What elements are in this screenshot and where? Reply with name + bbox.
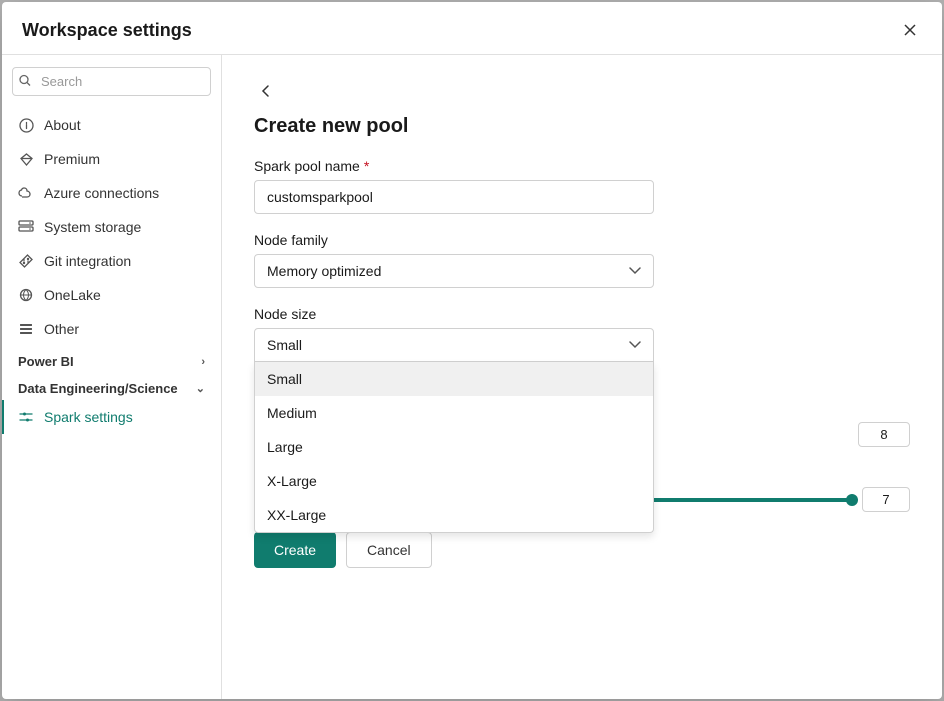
- node-family-select[interactable]: Memory optimized: [254, 254, 654, 288]
- sidebar-item-onelake[interactable]: OneLake: [2, 278, 221, 312]
- node-size-label: Node size: [254, 306, 910, 322]
- sidebar-item-other-label: Other: [44, 321, 79, 337]
- node-size-option-xxlarge[interactable]: XX-Large: [255, 498, 653, 532]
- sidebar-item-other[interactable]: Other: [2, 312, 221, 346]
- back-arrow-icon: [258, 83, 274, 99]
- sidebar-item-storage-label: System storage: [44, 219, 141, 235]
- onelake-icon: [18, 287, 34, 303]
- sidebar-item-onelake-label: OneLake: [44, 287, 101, 303]
- node-family-label: Node family: [254, 232, 910, 248]
- search-input[interactable]: [12, 67, 211, 96]
- node-size-value: Small: [267, 337, 302, 353]
- node-size-option-small[interactable]: Small: [255, 362, 653, 396]
- page-title: Create new pool: [254, 115, 910, 138]
- spark-pool-name-label: Spark pool name *: [254, 158, 910, 174]
- create-button[interactable]: Create: [254, 532, 336, 568]
- sliders-icon: [18, 409, 34, 425]
- main-content: Create new pool Spark pool name * Node f…: [222, 55, 942, 699]
- sidebar-item-azure[interactable]: Azure connections: [2, 176, 221, 210]
- sidebar-item-about-label: About: [44, 117, 81, 133]
- modal-body: About Premium Azure connections: [2, 55, 942, 699]
- node-size-select[interactable]: Small: [254, 328, 654, 362]
- diamond-icon: [18, 151, 34, 167]
- sidebar-item-storage[interactable]: System storage: [2, 210, 221, 244]
- node-size-option-xlarge[interactable]: X-Large: [255, 464, 653, 498]
- spark-pool-name-group: Spark pool name *: [254, 158, 910, 214]
- max-nodes-slider-input[interactable]: [862, 487, 910, 512]
- sidebar-section-data-engineering[interactable]: Data Engineering/Science ⌄: [2, 373, 221, 400]
- chevron-down-icon: [629, 267, 641, 275]
- max-nodes-input[interactable]: [858, 422, 910, 447]
- slider-thumb-max[interactable]: [846, 494, 858, 506]
- cancel-button[interactable]: Cancel: [346, 532, 432, 568]
- right-value-area: [858, 422, 910, 447]
- required-indicator: *: [364, 158, 369, 174]
- modal-header: Workspace settings: [2, 2, 942, 55]
- back-button[interactable]: [254, 79, 278, 103]
- chevron-down-icon-node-size: [629, 341, 641, 349]
- sidebar-item-about[interactable]: About: [2, 108, 221, 142]
- sidebar-section-powerbi[interactable]: Power BI ›: [2, 346, 221, 373]
- workspace-settings-modal: Workspace settings: [2, 2, 942, 699]
- sidebar-section-powerbi-label: Power BI: [18, 354, 74, 369]
- search-icon: [19, 74, 31, 89]
- list-icon: [18, 321, 34, 337]
- sidebar-item-spark-label: Spark settings: [44, 409, 133, 425]
- close-button[interactable]: [898, 18, 922, 42]
- storage-icon: [18, 219, 34, 235]
- modal-title: Workspace settings: [22, 20, 192, 41]
- node-size-option-large[interactable]: Large: [255, 430, 653, 464]
- sidebar-section-data-engineering-label: Data Engineering/Science: [18, 381, 178, 396]
- git-icon: [18, 253, 34, 269]
- chevron-down-icon: ⌄: [196, 382, 205, 395]
- spark-pool-name-input[interactable]: [254, 180, 654, 214]
- sidebar: About Premium Azure connections: [2, 55, 222, 699]
- node-size-dropdown-container: Small Small Medium Large: [254, 328, 654, 362]
- action-buttons: Create Cancel: [254, 532, 910, 568]
- close-icon: [902, 22, 918, 38]
- node-size-dropdown-list: Small Medium Large X-Large XX-Large: [254, 362, 654, 533]
- sidebar-item-spark-settings[interactable]: Spark settings: [2, 400, 221, 434]
- info-circle-icon: [18, 117, 34, 133]
- sidebar-item-premium[interactable]: Premium: [2, 142, 221, 176]
- sidebar-item-azure-label: Azure connections: [44, 185, 159, 201]
- node-family-value: Memory optimized: [267, 263, 381, 279]
- search-box[interactable]: [12, 67, 211, 96]
- node-size-option-medium[interactable]: Medium: [255, 396, 653, 430]
- cloud-icon: [18, 185, 34, 201]
- node-family-group: Node family Memory optimized: [254, 232, 910, 288]
- sidebar-item-git-label: Git integration: [44, 253, 131, 269]
- node-size-group: Node size Small Small Medium: [254, 306, 910, 362]
- sidebar-item-git[interactable]: Git integration: [2, 244, 221, 278]
- chevron-right-icon: ›: [201, 356, 205, 368]
- sidebar-item-premium-label: Premium: [44, 151, 100, 167]
